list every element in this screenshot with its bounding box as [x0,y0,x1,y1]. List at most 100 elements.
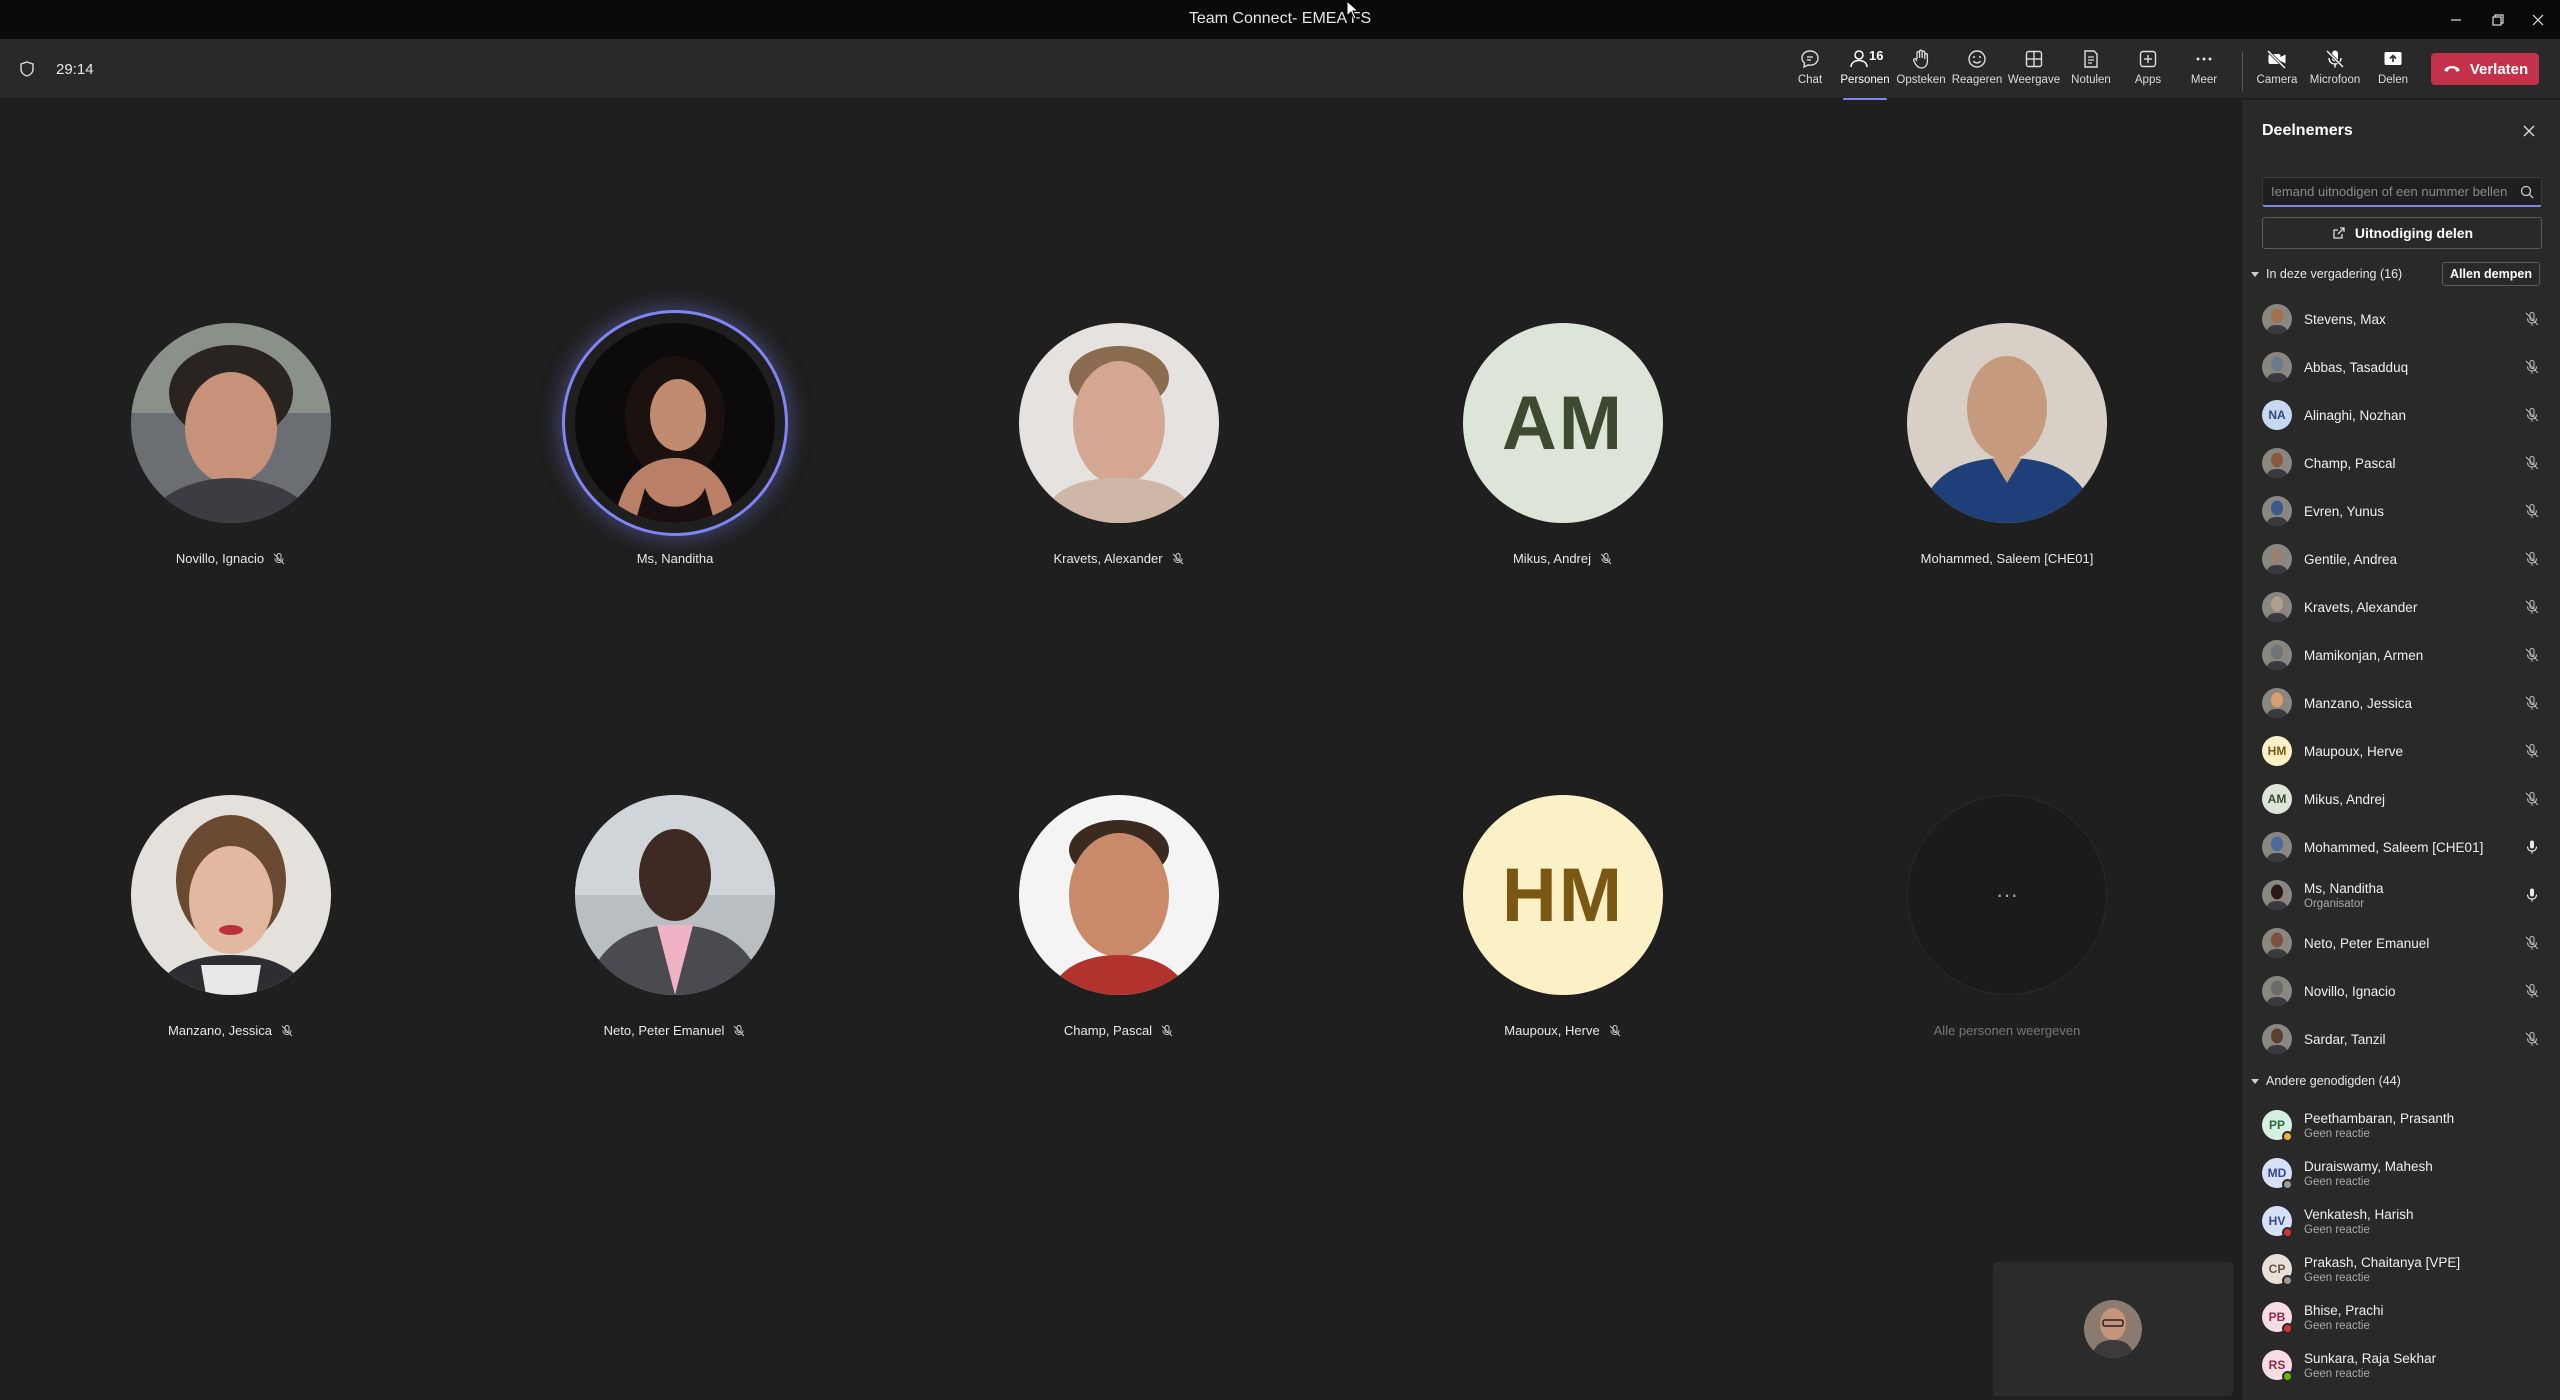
participant-tile-speaking[interactable]: Ms, Nanditha [525,310,825,566]
more-button[interactable]: Meer [2174,47,2234,95]
participant-row[interactable]: Manzano, Jessica [2242,679,2560,727]
raise-hand-button[interactable]: Opsteken [1891,47,1951,95]
participant-text: Mamikonjan, Armen [2292,648,2423,663]
invitee-response: Geen reactie [2304,1175,2370,1188]
close-icon [2523,125,2535,137]
participant-row[interactable]: Champ, Pascal [2242,439,2560,487]
participant-name: Neto, Peter Emanuel [2304,935,2430,951]
participant-avatar [2262,928,2292,958]
apps-button[interactable]: Apps [2118,47,2178,95]
title-bar: Team Connect- EMEA FS [0,0,2560,39]
participant-row[interactable]: Mamikonjan, Armen [2242,631,2560,679]
participant-mic-status [2523,934,2541,952]
participant-tile[interactable]: Mohammed, Saleem [CHE01] [1857,323,2157,566]
avatar [1907,323,2107,523]
participant-row[interactable]: Ms, Nanditha Organisator [2242,871,2560,919]
share-invite-button[interactable]: Uitnodiging delen [2262,217,2542,249]
invitee-row[interactable]: CP Prakash, Chaitanya [VPE] Geen reactie [2242,1245,2560,1293]
avatar [575,795,775,995]
camera-button[interactable]: Camera [2247,47,2307,95]
chat-button[interactable]: Chat [1780,47,1840,95]
share-button[interactable]: Delen [2363,47,2423,95]
avatar [1019,795,1219,995]
share-screen-icon [2384,52,2402,65]
participant-tile[interactable]: Manzano, Jessica [81,795,381,1038]
mic-off-icon [273,552,285,564]
participant-text: Manzano, Jessica [2292,696,2412,711]
avatar [575,323,775,523]
more-participants: ··· [1907,795,2107,995]
restore-icon [2492,13,2504,26]
participant-avatar [2262,880,2292,910]
leave-button[interactable]: Verlaten [2431,53,2539,85]
chevron-down-icon [2251,272,2259,277]
participant-avatar: AM [2262,784,2292,814]
participant-row[interactable]: Evren, Yunus [2242,487,2560,535]
in-meeting-section-toggle[interactable]: In deze vergadering (16) [2250,267,2402,281]
minimize-button[interactable] [2436,0,2476,39]
participant-row[interactable]: Sardar, Tanzil [2242,1015,2560,1063]
participant-name: Mikus, Andrej [2304,791,2386,807]
participant-tile[interactable]: Champ, Pascal [969,795,1269,1038]
notes-button[interactable]: Notulen [2061,47,2121,95]
participant-name: Manzano, Jessica [81,1023,381,1038]
invitee-row[interactable]: RS Sunkara, Raja Sekhar Geen reactie [2242,1341,2560,1389]
mic-on-icon [2526,840,2538,854]
participant-avatar [2262,448,2292,478]
participant-row[interactable]: NA Alinaghi, Nozhan [2242,391,2560,439]
participant-tile[interactable]: Novillo, Ignacio [81,323,381,566]
invitee-row[interactable]: PP Peethambaran, Prasanth Geen reactie [2242,1101,2560,1149]
participant-tile[interactable]: Kravets, Alexander [969,323,1269,566]
invitee-row[interactable]: MD Duraiswamy, Mahesh Geen reactie [2242,1149,2560,1197]
invite-search-input[interactable] [2263,178,2511,204]
participant-row[interactable]: Novillo, Ignacio [2242,967,2560,1015]
invitee-row[interactable]: HV Venkatesh, Harish Geen reactie [2242,1197,2560,1245]
other-invitees-section-toggle[interactable]: Andere genodigden (44) [2250,1074,2401,1088]
video-stage: Novillo, Ignacio Ms, Nanditha Kravets, A… [0,100,2240,1400]
view-button[interactable]: Weergave [2004,47,2064,95]
participant-row[interactable]: Abbas, Tasadduq [2242,343,2560,391]
participant-row[interactable]: AM Mikus, Andrej [2242,775,2560,823]
participant-name: Kravets, Alexander [969,551,1269,566]
participant-text: Mohammed, Saleem [CHE01] [2292,840,2483,855]
participant-role: Organisator [2304,897,2365,910]
microphone-button[interactable]: Microfoon [2305,47,2365,95]
chat-icon [1801,50,1819,69]
participant-tile[interactable]: Neto, Peter Emanuel [525,795,825,1038]
people-button[interactable]: 16 Personen [1835,47,1895,101]
camera-off-icon [2266,49,2287,70]
mic-off-icon [2525,743,2539,758]
participant-tile[interactable]: HM Maupoux, Herve [1413,795,1713,1038]
participant-row[interactable]: Kravets, Alexander [2242,583,2560,631]
mic-off-icon [733,1024,745,1036]
invitee-text: Venkatesh, Harish Geen reactie [2292,1207,2414,1236]
invitee-text: Bhise, Prachi Geen reactie [2292,1303,2384,1332]
mic-off-icon [2525,551,2539,566]
invitee-name: Peethambaran, Prasanth [2304,1110,2455,1126]
react-button[interactable]: Reageren [1947,47,2007,95]
maximize-button[interactable] [2478,0,2518,39]
participant-mic-status [2523,310,2541,328]
participant-row[interactable]: HM Maupoux, Herve [2242,727,2560,775]
participant-row[interactable]: Neto, Peter Emanuel [2242,919,2560,967]
participant-tile[interactable]: AM Mikus, Andrej [1413,323,1713,566]
self-view[interactable] [1993,1262,2233,1396]
camera-label: Camera [2256,74,2298,86]
close-window-button[interactable] [2518,0,2558,39]
participant-row[interactable]: Stevens, Max [2242,295,2560,343]
show-all-people-tile[interactable]: ··· Alle personen weergeven [1857,795,2157,1038]
mic-off-icon [1609,1024,1621,1036]
mic-off-icon [2525,695,2539,710]
close-panel-button[interactable] [2518,120,2540,142]
participant-mic-status [2523,502,2541,520]
presence-status-dot [2282,1323,2293,1334]
mute-all-button[interactable]: Allen dempen [2442,262,2540,286]
self-avatar [2084,1300,2142,1358]
participant-row[interactable]: Gentile, Andrea [2242,535,2560,583]
participant-row[interactable]: Mohammed, Saleem [CHE01] [2242,823,2560,871]
participant-name: Maupoux, Herve [1413,1023,1713,1038]
invite-search-box [2262,177,2542,207]
mic-off-icon [2525,311,2539,326]
invitee-row[interactable]: PB Bhise, Prachi Geen reactie [2242,1293,2560,1341]
microphone-label: Microfoon [2309,74,2361,86]
